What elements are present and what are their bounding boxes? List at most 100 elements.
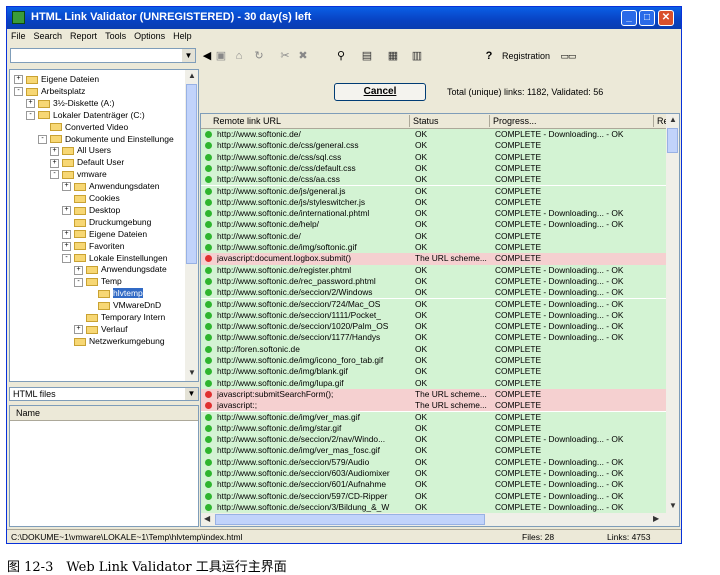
files-list[interactable]: Name bbox=[9, 405, 199, 527]
collapse-icon[interactable]: - bbox=[38, 134, 47, 144]
cut-icon[interactable]: ✂ bbox=[278, 49, 292, 63]
table-row[interactable]: http://www.softonic.de/seccion/2/nav/Win… bbox=[201, 434, 667, 446]
expand-icon[interactable]: + bbox=[62, 182, 71, 192]
tree-item[interactable]: + All Users bbox=[50, 144, 111, 156]
collapse-icon[interactable]: - bbox=[74, 277, 83, 287]
table-row[interactable]: http://www.softonic.de/img/ver_mas.gif OK… bbox=[201, 411, 667, 423]
file-type-select[interactable]: HTML files ▼ bbox=[9, 387, 199, 401]
expand-icon[interactable]: + bbox=[50, 158, 59, 168]
table-row[interactable]: http://www.softonic.de/seccion/2/Windows… bbox=[201, 287, 667, 299]
grid-horizontal-scrollbar[interactable]: ◀ ▶ bbox=[201, 513, 679, 526]
table-row[interactable]: http://www.softonic.de/seccion/579/Audio… bbox=[201, 456, 667, 468]
save-icon[interactable]: ▣ bbox=[214, 49, 228, 63]
expand-icon[interactable]: + bbox=[62, 241, 71, 251]
tree-item[interactable]: - Dokumente und Einstellunge bbox=[38, 133, 174, 145]
tree-item[interactable]: + Eigene Dateien bbox=[62, 228, 147, 240]
table-row[interactable]: http://www.softonic.de/img/blank.gif OK CO… bbox=[201, 366, 667, 378]
tree-item[interactable]: + Eigene Dateien bbox=[14, 73, 99, 85]
chevron-down-icon[interactable]: ▼ bbox=[182, 49, 195, 62]
registration-link[interactable]: Registration ▭▭ bbox=[502, 51, 577, 62]
table-row[interactable]: http://www.softonic.de/seccion/1020/Palm… bbox=[201, 321, 667, 333]
table-row[interactable]: http://www.softonic.de/js/styleswitcher.… bbox=[201, 196, 667, 209]
expand-icon[interactable]: + bbox=[14, 75, 23, 85]
grid-vertical-scrollbar[interactable]: ▲ ▼ bbox=[666, 114, 679, 513]
minimize-icon[interactable]: _ bbox=[621, 10, 637, 26]
scroll-up-icon[interactable]: ▲ bbox=[669, 115, 677, 124]
scroll-thumb[interactable] bbox=[667, 128, 678, 153]
scroll-thumb[interactable] bbox=[215, 514, 485, 525]
expand-icon[interactable]: + bbox=[74, 265, 83, 275]
scroll-thumb[interactable] bbox=[186, 84, 197, 264]
tree-item[interactable]: hlvtemp bbox=[86, 287, 143, 299]
menu-item-help[interactable]: Help bbox=[169, 29, 196, 43]
tree-item[interactable]: + Anwendungsdate bbox=[74, 263, 167, 275]
table-row[interactable]: http://foren.softonic.de OK COMPLETE bbox=[201, 343, 667, 355]
table-row[interactable]: http://www.softonic.de/seccion/601/Aufna… bbox=[201, 479, 667, 491]
scroll-up-icon[interactable]: ▲ bbox=[188, 71, 196, 80]
binoculars-icon[interactable]: ⚲ bbox=[334, 49, 348, 63]
table-row[interactable]: javascript:; The URL scheme... COMPLETE bbox=[201, 400, 667, 412]
document-icon[interactable]: ▤ bbox=[360, 49, 374, 63]
expand-icon[interactable]: + bbox=[26, 99, 35, 109]
back-icon[interactable]: ◀ bbox=[200, 49, 214, 63]
table-row[interactable]: http://www.softonic.de/seccion/1177/Hand… bbox=[201, 332, 667, 344]
folder-tree[interactable]: + Eigene Dateien - Arbeitsplatz +3½-Diskette… bbox=[9, 69, 199, 382]
table-row[interactable]: http://www.softonic.de/css/aa.css OK COMPL… bbox=[201, 174, 667, 186]
column-divider[interactable] bbox=[489, 115, 490, 127]
table-row[interactable]: http://www.softonic.de/img/icono_foro_ta… bbox=[201, 355, 667, 367]
refresh-icon[interactable]: ↻ bbox=[252, 49, 266, 63]
column-header[interactable]: Remote link URL bbox=[213, 116, 281, 126]
scroll-down-icon[interactable]: ▼ bbox=[188, 368, 196, 377]
links-grid[interactable]: Remote link URL Status Progress... Re http:… bbox=[200, 113, 680, 527]
expand-icon[interactable]: + bbox=[62, 229, 71, 239]
help-icon[interactable]: ? bbox=[482, 49, 496, 63]
collapse-icon[interactable]: - bbox=[26, 110, 35, 120]
table-row[interactable]: http://www.softonic.de/OK COMPLETE bbox=[201, 230, 667, 242]
tree-item[interactable]: + Desktop bbox=[62, 204, 120, 216]
tree-item[interactable]: Druckumgebung bbox=[62, 216, 151, 228]
tree-item[interactable]: VMwareDnD bbox=[86, 299, 161, 311]
table-row[interactable]: javascript:submitSearchForm(); The URL sc… bbox=[201, 388, 667, 401]
tree-item[interactable]: - Lokale Einstellungen bbox=[62, 252, 167, 264]
table-row[interactable]: http://www.softonic.de/img/star.gif OK COM… bbox=[201, 422, 667, 435]
tree-item[interactable]: Temporary Intern bbox=[74, 311, 165, 323]
collapse-icon[interactable]: - bbox=[62, 253, 71, 263]
table-row[interactable]: http://www.softonic.de/help/OK COMPLETE -… bbox=[201, 219, 667, 231]
expand-icon[interactable]: + bbox=[62, 206, 71, 216]
tree-scrollbar[interactable]: ▲ ▼ bbox=[185, 70, 198, 381]
table-row[interactable]: http://www.softonic.de/js/general.js OK CO… bbox=[201, 185, 667, 197]
scroll-left-icon[interactable]: ◀ bbox=[204, 514, 210, 523]
table-row[interactable]: http://www.softonic.de/seccion/597/CD-Ri… bbox=[201, 490, 667, 502]
scroll-right-icon[interactable]: ▶ bbox=[653, 514, 659, 523]
title-bar[interactable]: HTML Link Validator (UNREGISTERED) - 30 … bbox=[7, 7, 681, 29]
column-header[interactable]: Progress... bbox=[493, 116, 537, 126]
table-row[interactable]: http://www.softonic.de/OK COMPLETE - Down… bbox=[201, 129, 667, 141]
table-row[interactable]: http://www.softonic.de/international.pht… bbox=[201, 208, 667, 220]
menu-item-file[interactable]: File bbox=[7, 29, 30, 43]
tree-item[interactable]: - vmware bbox=[50, 168, 107, 180]
tree-item[interactable]: - Arbeitsplatz bbox=[14, 85, 85, 97]
scroll-down-icon[interactable]: ▼ bbox=[669, 501, 677, 510]
tree-item[interactable]: + Anwendungsdaten bbox=[62, 180, 159, 192]
tree-item[interactable]: + Default User bbox=[50, 156, 124, 168]
table-row[interactable]: http://www.softonic.de/css/default.css OK… bbox=[201, 162, 667, 175]
tree-item[interactable]: +3½-Diskette (A:) bbox=[26, 97, 114, 109]
maximize-icon[interactable]: □ bbox=[639, 10, 655, 26]
tree-item[interactable]: Converted Video bbox=[38, 121, 128, 133]
tree-item[interactable]: - Temp bbox=[74, 275, 122, 287]
files-header[interactable]: Name bbox=[10, 406, 198, 421]
table-row[interactable]: http://www.softonic.de/img/softonic.gif O… bbox=[201, 242, 667, 254]
collapse-icon[interactable]: - bbox=[50, 170, 59, 180]
table-row[interactable]: http://www.softonic.de/register.phtml OK C… bbox=[201, 264, 667, 276]
table-row[interactable]: http://www.softonic.de/img/ver_mas_fosc.… bbox=[201, 445, 667, 457]
table-row[interactable]: http://www.softonic.de/seccion/603/Audio… bbox=[201, 468, 667, 480]
tree-item[interactable]: Netzwerkumgebung bbox=[62, 335, 165, 347]
table-row[interactable]: http://www.softonic.de/rec_password.phtm… bbox=[201, 275, 667, 288]
column-header[interactable]: Status bbox=[413, 116, 439, 126]
table-row[interactable]: http://www.softonic.de/css/general.css OK… bbox=[201, 140, 667, 152]
column-divider[interactable] bbox=[653, 115, 654, 127]
table-row[interactable]: http://www.softonic.de/seccion/1111/Pock… bbox=[201, 309, 667, 322]
menu-item-tools[interactable]: Tools bbox=[101, 29, 130, 43]
table-row[interactable]: http://www.softonic.de/seccion/3/Bildung… bbox=[201, 501, 667, 514]
chevron-down-icon[interactable]: ▼ bbox=[185, 388, 198, 400]
